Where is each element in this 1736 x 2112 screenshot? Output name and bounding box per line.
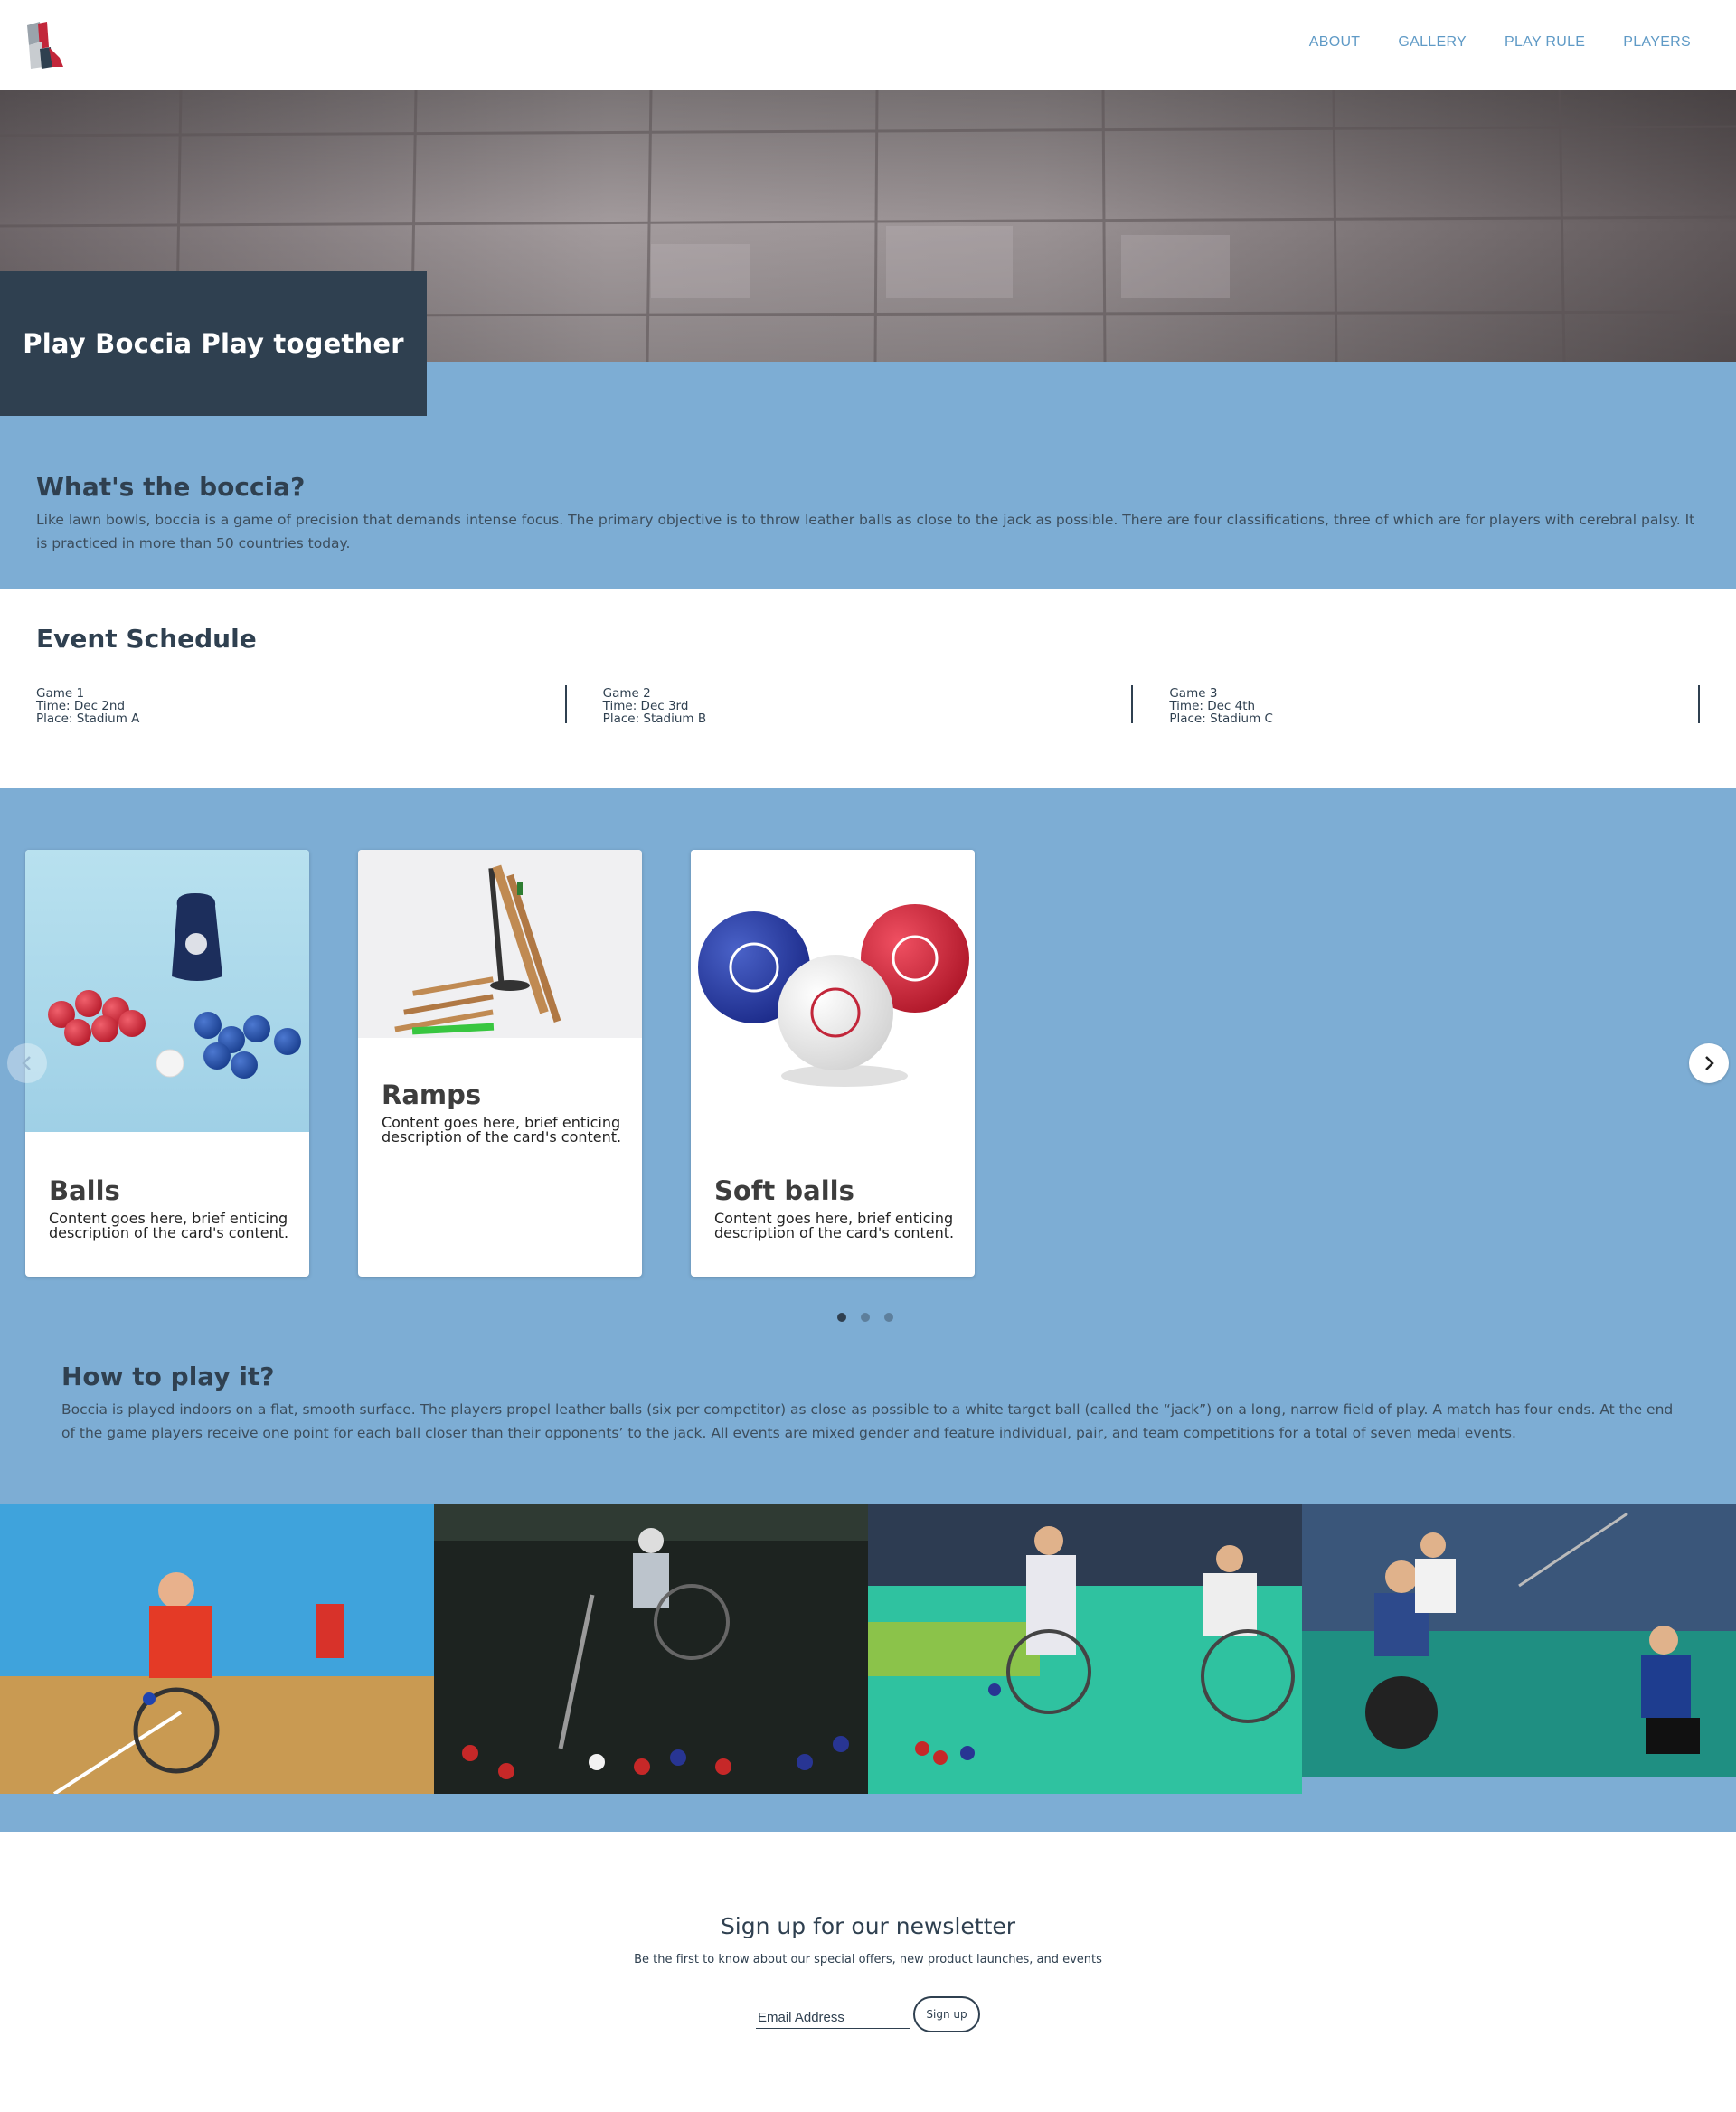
nav-play-rule-link[interactable]: PLAY RULE bbox=[1505, 34, 1585, 51]
game-place: Place: Stadium A bbox=[36, 712, 140, 726]
about-body: Like lawn bowls, boccia is a game of pre… bbox=[36, 512, 1695, 552]
chevron-right-icon bbox=[1705, 1056, 1714, 1070]
product-card-balls[interactable]: Balls Content goes here, brief enticing … bbox=[25, 850, 309, 1277]
schedule-item: Game 3 Time: Dec 4th Place: Stadium C bbox=[1133, 685, 1701, 726]
card-title: Ramps bbox=[382, 1080, 482, 1110]
nav-gallery-link[interactable]: GALLERY bbox=[1398, 34, 1467, 51]
card-title: Balls bbox=[49, 1175, 120, 1206]
product-card-ramps[interactable]: Ramps Content goes here, brief enticing … bbox=[358, 850, 642, 1277]
card-title: Soft balls bbox=[714, 1175, 854, 1206]
photo-gallery bbox=[0, 1504, 1736, 1794]
game-time: Time: Dec 2nd bbox=[36, 699, 126, 713]
schedule-list: Game 1 Time: Dec 2nd Place: Stadium A Ga… bbox=[36, 685, 1701, 726]
carousel-dot[interactable] bbox=[861, 1313, 870, 1322]
product-card-soft-balls[interactable]: Soft balls Content goes here, brief enti… bbox=[691, 850, 975, 1277]
product-image-balls bbox=[25, 850, 309, 1132]
event-schedule-section: Event Schedule Game 1 Time: Dec 2nd Plac… bbox=[0, 589, 1736, 788]
card-description: Content goes here, brief enticing descri… bbox=[714, 1210, 955, 1241]
email-field[interactable] bbox=[756, 2007, 910, 2029]
schedule-title: Event Schedule bbox=[36, 624, 257, 654]
newsletter-title: Sign up for our newsletter bbox=[720, 1913, 1016, 1939]
hero-headline: Play Boccia Play together bbox=[23, 328, 404, 359]
gallery-photo[interactable] bbox=[0, 1504, 434, 1794]
newsletter-subtitle: Be the first to know about our special o… bbox=[634, 1953, 1102, 1966]
about-title: What's the boccia? bbox=[36, 472, 306, 502]
carousel-prev-button[interactable] bbox=[7, 1043, 47, 1083]
gallery-photo[interactable] bbox=[1302, 1504, 1736, 1777]
nav-players-link[interactable]: PLAYERS bbox=[1623, 34, 1691, 51]
brand-logo-icon[interactable] bbox=[25, 22, 65, 69]
howto-title: How to play it? bbox=[61, 1362, 275, 1391]
card-description: Content goes here, brief enticing descri… bbox=[49, 1210, 289, 1241]
game-place: Place: Stadium C bbox=[1169, 712, 1273, 726]
game-name: Game 2 bbox=[602, 686, 651, 701]
game-name: Game 3 bbox=[1169, 686, 1218, 701]
main-nav: ABOUT GALLERY PLAY RULE PLAYERS bbox=[1309, 34, 1691, 51]
nav-about-link[interactable]: ABOUT bbox=[1309, 34, 1361, 51]
product-image-soft-balls bbox=[691, 850, 975, 1132]
howto-body: Boccia is played indoors on a flat, smoo… bbox=[61, 1401, 1674, 1441]
hero-headline-box: Play Boccia Play together bbox=[0, 271, 427, 416]
carousel-pagination bbox=[837, 1313, 893, 1322]
products-section: Balls Content goes here, brief enticing … bbox=[0, 788, 1736, 1832]
game-time: Time: Dec 4th bbox=[1169, 699, 1256, 713]
chevron-left-icon bbox=[22, 1056, 31, 1070]
signup-button[interactable]: Sign up bbox=[913, 1996, 980, 2032]
card-description: Content goes here, brief enticing descri… bbox=[382, 1114, 622, 1146]
gallery-photo[interactable] bbox=[868, 1504, 1302, 1794]
gallery-photo[interactable] bbox=[434, 1504, 868, 1794]
schedule-item: Game 2 Time: Dec 3rd Place: Stadium B bbox=[567, 685, 1134, 726]
product-image-ramps bbox=[358, 850, 642, 1038]
game-time: Time: Dec 3rd bbox=[602, 699, 689, 713]
game-place: Place: Stadium B bbox=[602, 712, 707, 726]
newsletter-section: Sign up for our newsletter Be the first … bbox=[0, 1832, 1736, 2112]
game-name: Game 1 bbox=[36, 686, 85, 701]
carousel-dot[interactable] bbox=[884, 1313, 893, 1322]
carousel-next-button[interactable] bbox=[1689, 1043, 1729, 1083]
schedule-item: Game 1 Time: Dec 2nd Place: Stadium A bbox=[36, 685, 567, 726]
site-header: ABOUT GALLERY PLAY RULE PLAYERS bbox=[0, 0, 1736, 90]
carousel-dot[interactable] bbox=[837, 1313, 846, 1322]
